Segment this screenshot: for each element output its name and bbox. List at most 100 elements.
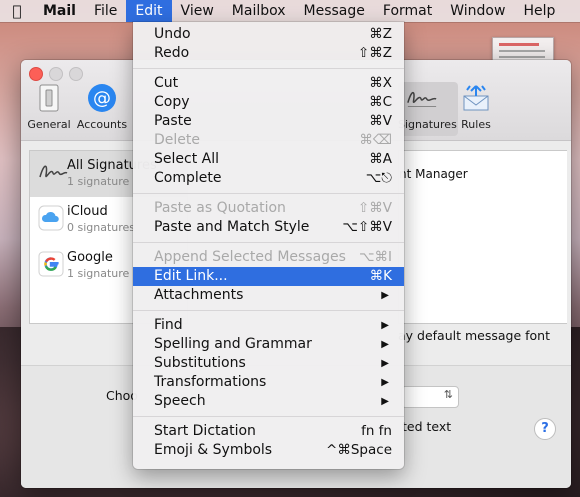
menu-separator <box>133 310 404 311</box>
edit-menu-dropdown: Undo ⌘Z Redo ⇧⌘Z Cut ⌘X Copy ⌘C Paste ⌘V Delete ⌘⌫ S… <box>133 22 404 469</box>
menu-item-paste-as-quotation: Paste as Quotation ⇧⌘V <box>133 199 404 218</box>
menu-item-shortcut: ⌥⇧⌘V <box>342 219 392 235</box>
menu-format[interactable]: Format <box>374 0 441 22</box>
menu-item-shortcut: ⌘Z <box>369 26 392 42</box>
menu-item-label: Edit Link... <box>154 268 228 284</box>
submenu-arrow-icon: ▶ <box>381 320 389 331</box>
menu-mailbox[interactable]: Mailbox <box>223 0 295 22</box>
menu-item-label: Redo <box>154 45 190 61</box>
menu-item-label: Paste and Match Style <box>154 219 310 235</box>
menu-item-label: Substitutions <box>154 355 246 371</box>
default-font-label: ay default message font <box>398 328 551 343</box>
menu-item-shortcut: ⌥⎋ <box>365 170 392 186</box>
menu-item-label: Undo <box>154 26 191 42</box>
menu-item-shortcut: ⌘C <box>369 94 392 110</box>
menu-item-edit-link[interactable]: Edit Link... ⌘K <box>133 267 404 286</box>
signature-icon <box>38 159 68 187</box>
toolbar-accounts[interactable]: @ Accounts <box>71 82 133 131</box>
menu-item-append-selected-messages: Append Selected Messages ⌥⌘I <box>133 248 404 267</box>
menu-window[interactable]: Window <box>441 0 514 22</box>
menu-item-delete: Delete ⌘⌫ <box>133 131 404 150</box>
menu-item-shortcut: ⌘X <box>369 75 392 91</box>
close-window-button[interactable] <box>29 67 43 81</box>
help-button[interactable]: ? <box>534 418 556 440</box>
signature-preview-panel[interactable]: nt Manager <box>398 150 567 324</box>
menu-item-paste-and-match-style[interactable]: Paste and Match Style ⌥⇧⌘V <box>133 218 404 237</box>
menu-item-label: Emoji & Symbols <box>154 442 273 458</box>
menu-item-paste[interactable]: Paste ⌘V <box>133 112 404 131</box>
menu-item-shortcut: ⌥⌘I <box>358 249 392 265</box>
submenu-arrow-icon: ▶ <box>381 339 389 350</box>
minimize-window-button[interactable] <box>49 67 63 81</box>
menu-item-select-all[interactable]: Select All ⌘A <box>133 150 404 169</box>
account-name: Google <box>67 250 113 265</box>
toolbar-rules-label: Rules <box>461 118 491 131</box>
menu-item-label: Spelling and Grammar <box>154 336 312 352</box>
switch-icon <box>33 82 65 114</box>
menu-item-shortcut: ⌘K <box>369 268 392 284</box>
google-icon <box>38 251 66 279</box>
submenu-arrow-icon: ▶ <box>381 358 389 369</box>
menu-item-complete[interactable]: Complete ⌥⎋ <box>133 169 404 188</box>
menu-item-start-dictation[interactable]: Start Dictation fn fn <box>133 422 404 441</box>
signature-preview-text: nt Manager <box>399 167 468 181</box>
at-sign-icon: @ <box>86 82 118 114</box>
signature-count: 0 signatures <box>67 221 136 234</box>
menu-item-label: Transformations <box>154 374 267 390</box>
menu-item-label: Find <box>154 317 183 333</box>
menu-item-label: Speech <box>154 393 206 409</box>
menu-item-label: Append Selected Messages <box>154 249 346 265</box>
signature-count: 1 signature <box>67 175 130 188</box>
menu-item-undo[interactable]: Undo ⌘Z <box>133 25 404 44</box>
account-name: iCloud <box>67 204 108 219</box>
menu-item-copy[interactable]: Copy ⌘C <box>133 93 404 112</box>
menu-item-spelling-and-grammar[interactable]: Spelling and Grammar ▶ <box>133 335 404 354</box>
menu-item-transformations[interactable]: Transformations ▶ <box>133 373 404 392</box>
menu-item-substitutions[interactable]: Substitutions ▶ <box>133 354 404 373</box>
quoted-text-label: ted text <box>402 419 452 434</box>
menu-item-label: Complete <box>154 170 222 186</box>
menu-item-label: Attachments <box>154 287 244 303</box>
menu-item-find[interactable]: Find ▶ <box>133 316 404 335</box>
svg-text:@: @ <box>93 88 111 109</box>
menu-item-shortcut: ⌘⌫ <box>359 132 392 148</box>
choose-signature-popup[interactable]: ⇅ <box>401 386 459 408</box>
menu-item-shortcut: ⌘V <box>369 113 392 129</box>
menu-item-cut[interactable]: Cut ⌘X <box>133 74 404 93</box>
menu-item-label: Delete <box>154 132 200 148</box>
menu-item-shortcut: fn fn <box>361 423 392 439</box>
menu-file[interactable]: File <box>85 0 126 22</box>
toolbar-rules[interactable]: Rules <box>445 82 507 131</box>
submenu-arrow-icon: ▶ <box>381 396 389 407</box>
zoom-window-button[interactable] <box>69 67 83 81</box>
menu-item-shortcut: ⇧⌘Z <box>357 45 392 61</box>
menu-edit[interactable]: Edit <box>126 0 172 22</box>
apple-logo-icon[interactable]:  <box>0 2 34 20</box>
menu-item-label: Paste as Quotation <box>154 200 286 216</box>
menu-item-shortcut: ⌘A <box>369 151 392 167</box>
menu-separator <box>133 416 404 417</box>
menu-item-label: Copy <box>154 94 190 110</box>
signature-icon <box>406 82 438 114</box>
menu-view[interactable]: View <box>172 0 223 22</box>
menu-help[interactable]: Help <box>514 0 564 22</box>
menu-item-emoji-symbols[interactable]: Emoji & Symbols ^⌘Space <box>133 441 404 460</box>
menu-item-speech[interactable]: Speech ▶ <box>133 392 404 411</box>
menu-item-shortcut: ⇧⌘V <box>357 200 392 216</box>
rules-icon <box>460 82 492 114</box>
menu-item-attachments[interactable]: Attachments ▶ <box>133 286 404 305</box>
menu-bar:  Mail File Edit View Mailbox Message Fo… <box>0 0 580 22</box>
menu-separator <box>133 193 404 194</box>
menu-item-redo[interactable]: Redo ⇧⌘Z <box>133 44 404 63</box>
toolbar-accounts-label: Accounts <box>76 118 128 131</box>
menu-item-shortcut: ^⌘Space <box>326 442 392 458</box>
menu-mail[interactable]: Mail <box>34 0 85 22</box>
submenu-arrow-icon: ▶ <box>381 377 389 388</box>
menu-item-label: Start Dictation <box>154 423 256 439</box>
menu-item-label: Cut <box>154 75 179 91</box>
popup-arrows-icon: ⇅ <box>443 388 453 401</box>
submenu-arrow-icon: ▶ <box>381 290 389 301</box>
menu-message[interactable]: Message <box>295 0 374 22</box>
signature-count: 1 signature <box>67 267 130 280</box>
icloud-icon <box>38 205 66 233</box>
